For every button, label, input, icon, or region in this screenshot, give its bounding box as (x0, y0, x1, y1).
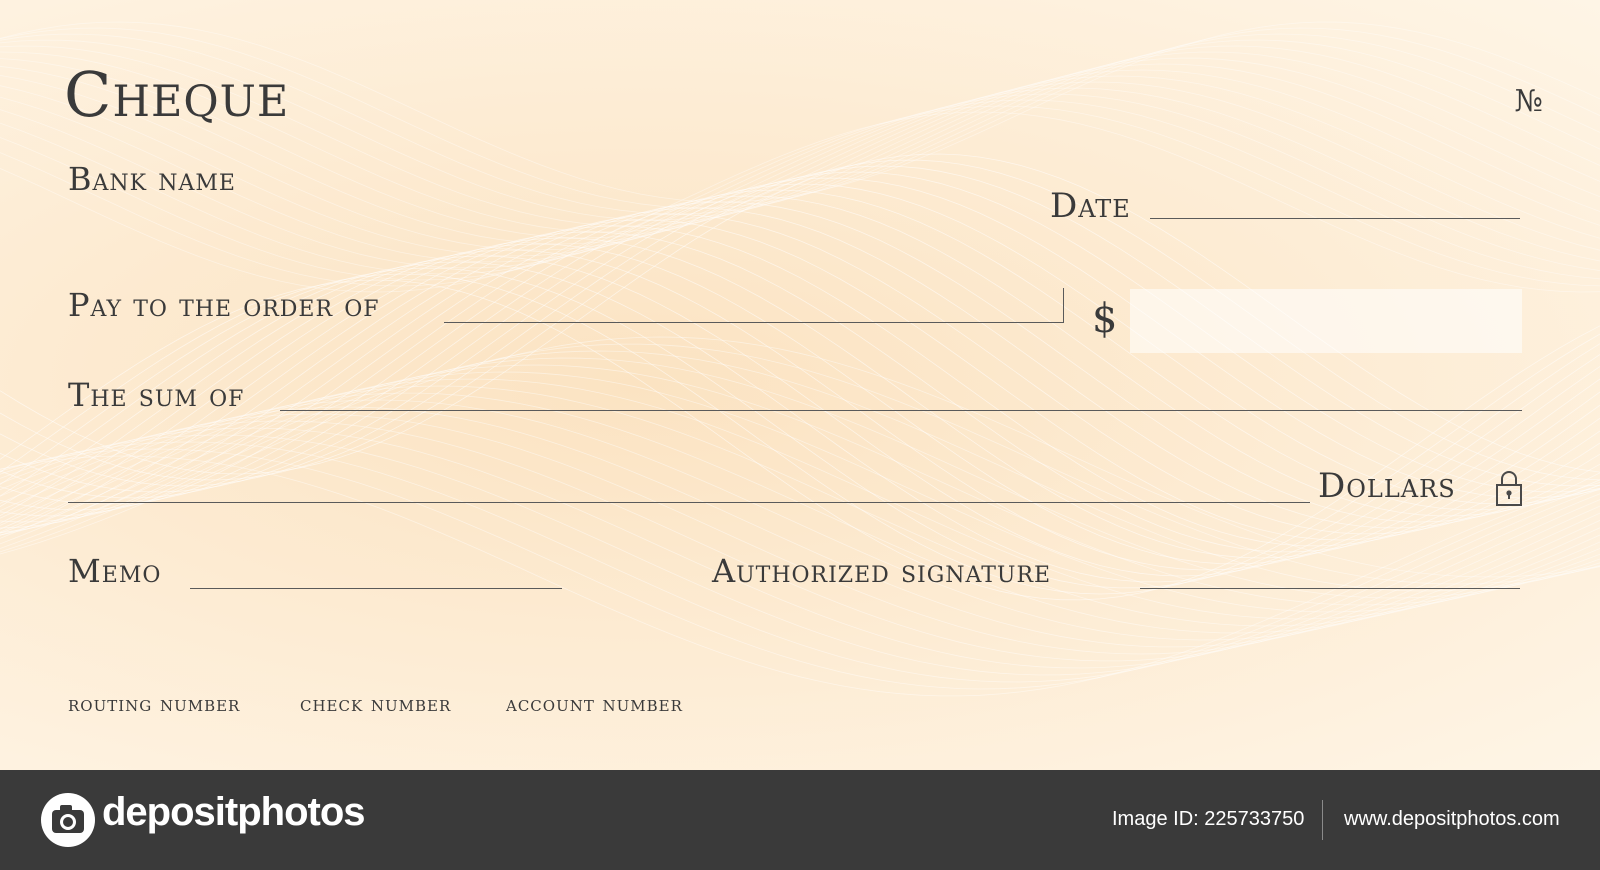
footer-divider (1322, 800, 1323, 840)
payee-field-line[interactable] (444, 322, 1064, 323)
currency-symbol: $ (1092, 296, 1119, 342)
lock-icon (1496, 471, 1522, 506)
sum-words-line[interactable] (68, 502, 1310, 503)
check-number-label: check number (300, 692, 452, 716)
bank-name: Bank name (68, 160, 236, 198)
site-url[interactable]: www.depositphotos.com (1344, 808, 1560, 831)
signature-label: Authorized signature (712, 552, 1052, 590)
camera-logo-icon (41, 793, 95, 847)
signature-field-line[interactable] (1140, 588, 1520, 589)
brand-name: depositphotos (102, 790, 366, 834)
cheque-title: Cheque (64, 58, 290, 131)
image-id: Image ID: 225733750 (1112, 808, 1305, 830)
footer-bar: depositphotos Image ID: 225733750 www.de… (0, 770, 1600, 870)
sum-field-line[interactable] (280, 410, 1522, 411)
memo-field-line[interactable] (190, 588, 562, 589)
amount-box[interactable] (1130, 289, 1522, 353)
payee-field-end-mark (1063, 288, 1064, 322)
pay-to-label: Pay to the order of (68, 286, 380, 324)
date-label: Date (1050, 186, 1131, 226)
cheque: Cheque № Bank name Date Pay to the order… (0, 0, 1600, 770)
date-field-line[interactable] (1150, 218, 1520, 219)
routing-number-label: routing number (68, 692, 241, 716)
memo-label: Memo (68, 552, 162, 590)
dollars-label: Dollars (1318, 466, 1456, 506)
cheque-number-sign: № (1514, 84, 1544, 119)
account-number-label: account number (506, 692, 683, 716)
sum-label: The sum of (68, 376, 245, 414)
